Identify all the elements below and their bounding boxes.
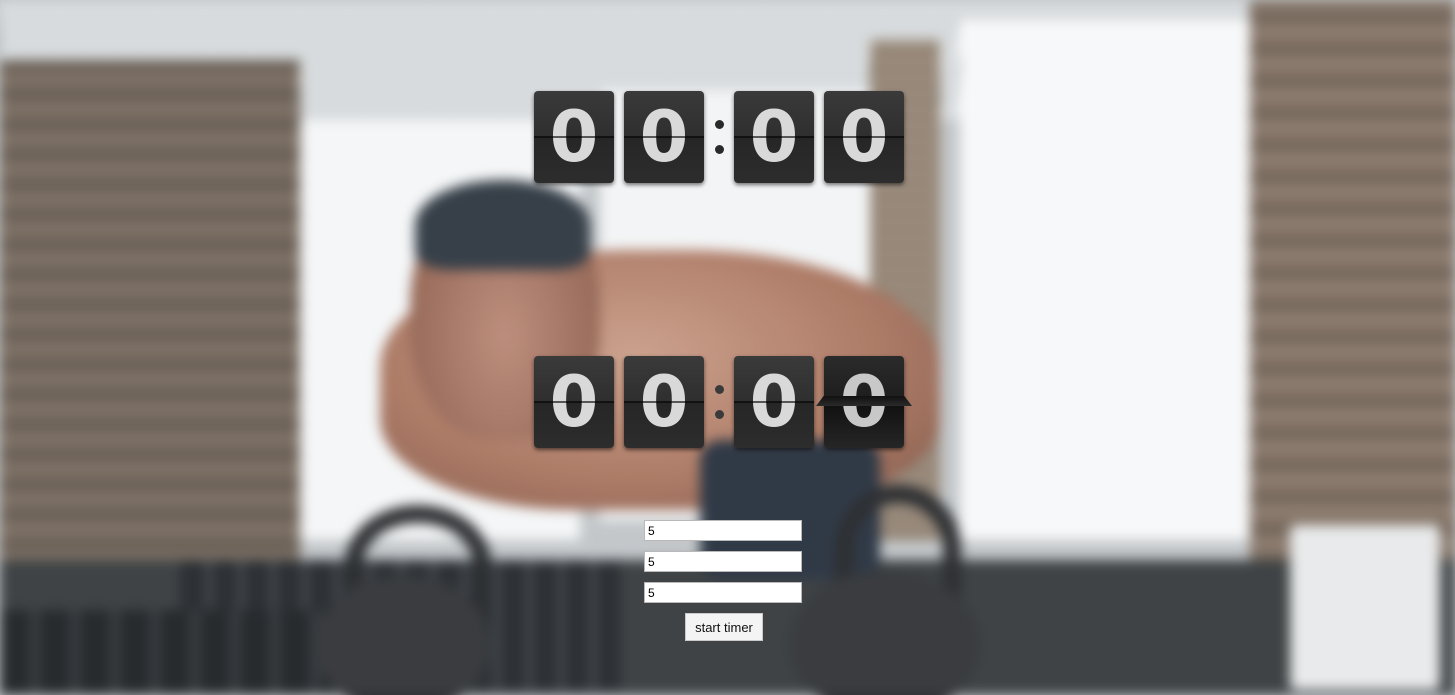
- seconds-ones-digit: 0: [824, 91, 904, 183]
- countdown-minutes-tens-digit: 0: [534, 356, 614, 448]
- countdown-minutes-ones-digit: 0: [624, 356, 704, 448]
- separator-dot: [714, 145, 724, 154]
- separator-dot: [714, 385, 724, 394]
- clock-separator: [704, 91, 734, 183]
- timer-settings-form: start timer: [644, 520, 802, 641]
- flip-animation-leaf: [816, 396, 912, 406]
- countdown-separator: [704, 356, 734, 448]
- separator-dot: [714, 410, 724, 419]
- minutes-ones-digit: 0: [624, 91, 704, 183]
- minutes-tens-digit: 0: [534, 91, 614, 183]
- work-time-input[interactable]: [644, 551, 802, 572]
- rounds-input[interactable]: [644, 520, 802, 541]
- countdown-seconds-tens-digit: 0: [734, 356, 814, 448]
- seconds-tens-digit: 0: [734, 91, 814, 183]
- rest-time-input[interactable]: [644, 582, 802, 603]
- countdown-clock: 0 0 0 0: [534, 356, 912, 448]
- app-root: 0 0 0 0 0 0 0 0 start timer: [0, 0, 1455, 695]
- separator-dot: [714, 120, 724, 129]
- start-timer-button[interactable]: start timer: [685, 613, 763, 641]
- countdown-seconds-ones-digit: 0: [816, 356, 912, 448]
- timer-clock: 0 0 0 0: [534, 91, 904, 183]
